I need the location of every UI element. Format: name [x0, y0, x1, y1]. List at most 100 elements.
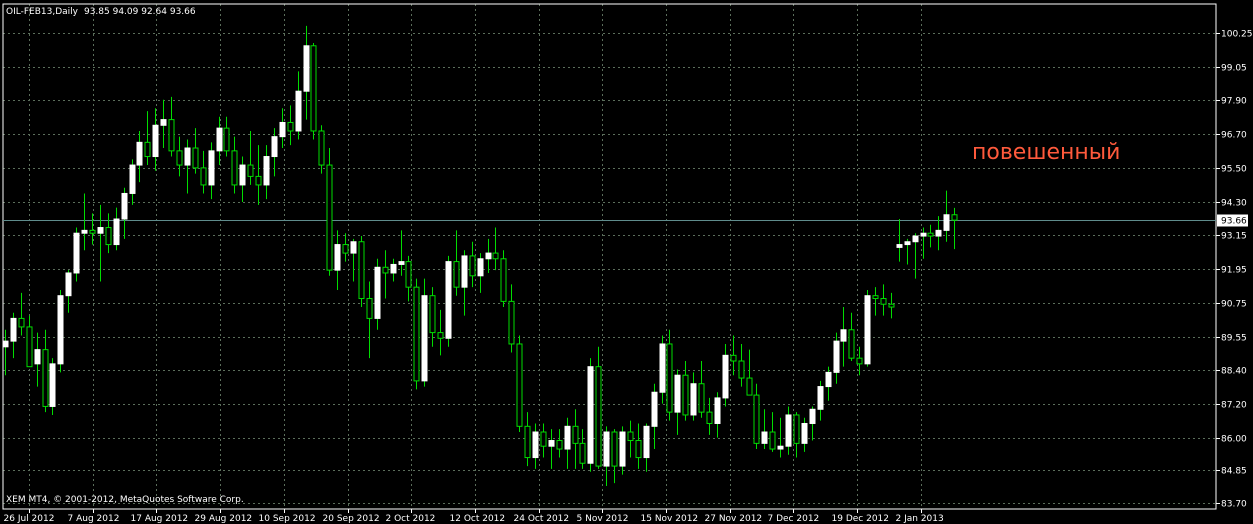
candle-body-bear	[635, 440, 642, 459]
chart-symbol: OIL-FEB13,Daily 93.85 94.09 92.64 93.66	[6, 7, 196, 17]
candle-body-bull	[864, 295, 871, 365]
price-tick-label: 100.25	[1221, 30, 1253, 40]
candle-body-bull	[34, 349, 41, 365]
date-tick-label: 2 Oct 2012	[386, 514, 436, 524]
candle-body-bear	[880, 298, 887, 305]
candle-body-bull	[896, 244, 903, 248]
candle-body-bear	[698, 383, 705, 413]
price-tick-label: 83.70	[1221, 500, 1247, 510]
price-tick-label: 99.05	[1221, 64, 1247, 74]
candle-body-bull	[263, 156, 270, 186]
candle-body-bull	[587, 366, 594, 464]
candle-body-bull	[57, 295, 64, 365]
candle-body-bull	[840, 329, 847, 342]
candle-body-bull	[920, 232, 927, 237]
candle-body-bull	[374, 266, 381, 319]
candle-body-bear	[500, 258, 507, 302]
candle-body-bull	[619, 431, 626, 467]
candle-body-bear	[951, 214, 958, 221]
candle	[57, 290, 64, 373]
price-tick-label: 84.85	[1221, 467, 1247, 477]
candle-body-bull	[334, 244, 341, 271]
ohlc-values: 93.85 94.09 92.64 93.66	[84, 7, 196, 17]
candle-body-bear	[872, 295, 879, 300]
date-tick-label: 2 Jan 2013	[896, 514, 944, 524]
candle-body-bear	[572, 425, 579, 444]
candlestick-chart: 100.25 99.05 97.90 96.70 95.50 94.30 93.15 91.9…	[0, 0, 1253, 524]
price-tick-label: 87.20	[1221, 401, 1247, 411]
candle-body-bull	[904, 241, 911, 246]
candle-body-bear	[358, 241, 365, 300]
candle	[864, 290, 871, 367]
candle-body-bull	[216, 127, 223, 152]
candle-body-bear	[310, 45, 317, 132]
candle-body-bear	[318, 130, 325, 166]
date-tick-label: 26 Jul 2012	[4, 514, 55, 524]
candle-body-bear	[738, 360, 745, 379]
candle-body-bull	[113, 218, 120, 246]
candle-body-bull	[271, 136, 278, 158]
candle-body-bull	[65, 272, 72, 297]
candle-body-bear	[492, 252, 499, 260]
candle-body-bull	[935, 229, 942, 237]
candle-body-bull	[777, 445, 784, 450]
candle-body-bull	[2, 340, 9, 348]
candle-body-bear	[382, 266, 389, 274]
price-tick-label: 96.70	[1221, 131, 1247, 141]
candle-body-bull	[833, 340, 840, 373]
copyright-label: XEM MT4, © 2001-2012, MetaQuotes Softwar…	[6, 495, 244, 505]
candle-body-bull	[761, 431, 768, 444]
current-price-label: 93.66	[1221, 217, 1247, 227]
candle	[358, 236, 365, 308]
candle-body-bear	[26, 326, 33, 368]
date-tick-label: 17 Aug 2012	[131, 514, 189, 524]
candle-body-bear	[856, 357, 863, 365]
candle-body-bear	[682, 374, 689, 416]
candle	[310, 42, 317, 140]
candle-body-bear	[366, 298, 373, 319]
candle-body-bull	[152, 124, 159, 158]
pattern-annotation: повешенный	[972, 140, 1120, 165]
current-price-badge: 93.66	[1217, 214, 1248, 227]
candle-body-bull	[160, 119, 167, 126]
candle-body-bear	[706, 411, 713, 424]
candle-body-bull	[722, 354, 729, 399]
candle	[413, 278, 420, 390]
candle-body-bull	[279, 121, 286, 138]
candle-body-bull	[421, 295, 428, 382]
candle-body-bull	[532, 431, 539, 459]
candle-body-bear	[342, 244, 349, 254]
candle-body-bull	[73, 232, 80, 274]
candle-body-bull	[97, 227, 104, 234]
candle-body-bull	[714, 397, 721, 424]
candle-body-bear	[453, 261, 460, 288]
candle-body-bear	[144, 141, 151, 158]
candle-body-bull	[603, 431, 610, 467]
candle-body-bull	[121, 192, 128, 220]
candle-body-bull	[477, 258, 484, 277]
candle	[587, 358, 594, 472]
candle-body-bull	[825, 371, 832, 388]
chart-canvas: 100.25 99.05 97.90 96.70 95.50 94.30 93.15 91.9…	[0, 0, 1253, 524]
date-tick-label: 12 Oct 2012	[450, 514, 506, 524]
candle-body-bull	[461, 255, 468, 288]
candle-body-bull	[690, 383, 697, 416]
date-tick-label: 19 Dec 2012	[832, 514, 890, 524]
candle-body-bear	[508, 300, 515, 345]
candle-body-bull	[817, 386, 824, 410]
candle-body-bull	[390, 263, 397, 274]
date-tick-label: 5 Nov 2012	[577, 514, 629, 524]
candle-body-bear	[666, 343, 673, 413]
candle-body-bull	[398, 261, 405, 265]
candle-body-bear	[168, 119, 175, 152]
candle-body-bull	[10, 317, 17, 342]
candle-body-bear	[611, 431, 618, 467]
candle-body-bear	[326, 164, 333, 271]
candle-body-bear	[176, 150, 183, 166]
candle-body-bull	[548, 440, 555, 447]
candle-body-bear	[255, 175, 262, 186]
candle-body-bear	[627, 431, 634, 442]
candle	[516, 335, 523, 433]
date-tick-label: 24 Oct 2012	[514, 514, 570, 524]
candle-body-bull	[445, 261, 452, 339]
